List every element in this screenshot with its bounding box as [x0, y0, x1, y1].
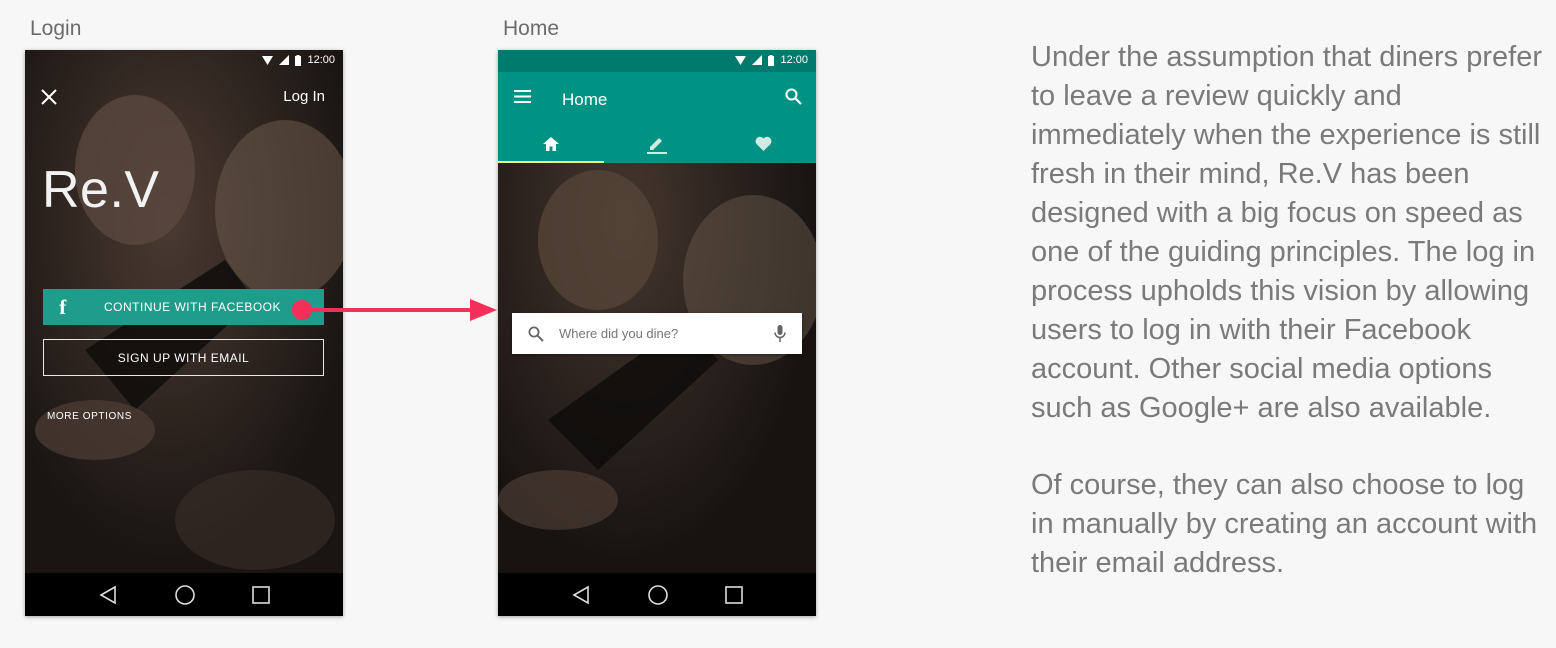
- pencil-icon: [647, 137, 667, 154]
- search-input[interactable]: [557, 325, 766, 342]
- back-icon[interactable]: [98, 585, 118, 605]
- back-icon[interactable]: [571, 585, 591, 605]
- wifi-icon: [262, 55, 274, 65]
- tab-favorites[interactable]: [710, 124, 816, 163]
- home-nav-icon[interactable]: [647, 584, 669, 606]
- signal-icon: [279, 55, 290, 65]
- restaurant-search-bar[interactable]: [512, 313, 802, 354]
- facebook-icon: f: [59, 294, 67, 319]
- status-bar: 12:00: [25, 50, 343, 72]
- menu-icon[interactable]: [514, 90, 531, 103]
- status-time: 12:00: [307, 54, 335, 66]
- log-in-link[interactable]: Log In: [283, 88, 325, 105]
- restaurant-background-photo: [25, 50, 343, 616]
- battery-icon: [768, 54, 775, 66]
- status-time: 12:00: [780, 54, 808, 66]
- page-title: Home: [562, 90, 608, 109]
- home-caption: Home: [503, 17, 560, 40]
- close-icon[interactable]: [40, 88, 58, 106]
- login-phone-screen: 12:00 Log In Re.V f CONTINUE WITH FACEBO…: [25, 50, 343, 616]
- description-paragraph: Of course, they can also choose to log i…: [1031, 469, 1538, 579]
- recents-icon[interactable]: [725, 585, 743, 604]
- home-icon: [543, 136, 559, 151]
- search-icon: [528, 326, 544, 342]
- facebook-button-label: CONTINUE WITH FACEBOOK: [103, 300, 281, 314]
- search-icon[interactable]: [785, 88, 802, 105]
- signal-icon: [752, 55, 763, 65]
- more-options-link[interactable]: MORE OPTIONS: [47, 411, 132, 422]
- home-nav-icon[interactable]: [174, 584, 196, 606]
- status-bar: 12:00: [498, 50, 816, 72]
- microphone-icon[interactable]: [774, 325, 786, 342]
- battery-icon: [295, 54, 302, 66]
- recents-icon[interactable]: [252, 585, 270, 604]
- home-phone-screen: 12:00 Home: [498, 50, 816, 616]
- tab-bar: [498, 124, 816, 163]
- sign-up-with-email-button[interactable]: SIGN UP WITH EMAIL: [43, 339, 324, 376]
- description-paragraph: Under the assumption that diners prefer …: [1031, 41, 1542, 424]
- app-bar: 12:00 Home: [498, 50, 816, 163]
- tab-home[interactable]: [498, 124, 604, 163]
- wifi-icon: [735, 55, 747, 65]
- flow-arrow: [292, 299, 497, 321]
- android-nav-bar: [25, 573, 343, 616]
- login-caption: Login: [30, 17, 82, 40]
- description-text: Under the assumption that diners prefer …: [1031, 38, 1551, 621]
- heart-icon: [755, 136, 771, 151]
- android-nav-bar: [498, 573, 816, 616]
- continue-with-facebook-button[interactable]: f CONTINUE WITH FACEBOOK: [43, 289, 324, 325]
- tab-write-review[interactable]: [604, 124, 710, 163]
- app-logo-text: Re.V: [42, 161, 160, 219]
